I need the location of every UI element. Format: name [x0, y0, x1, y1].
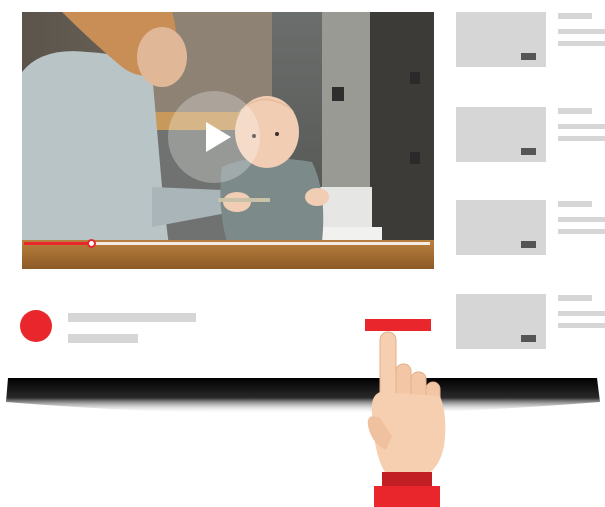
recommended-video-item[interactable] [456, 12, 605, 70]
duration-badge [521, 241, 536, 248]
recommended-title-placeholder [558, 295, 592, 301]
recommended-title-placeholder [558, 108, 592, 114]
recommended-video-thumbnail[interactable] [456, 107, 546, 162]
recommended-meta-placeholder [558, 41, 605, 46]
play-icon [206, 122, 231, 152]
duration-badge [521, 53, 536, 60]
video-player[interactable] [22, 12, 434, 269]
duration-badge [521, 335, 536, 342]
recommended-video-thumbnail[interactable] [456, 200, 546, 255]
recommended-meta-placeholder [558, 311, 605, 316]
video-title-placeholder [68, 313, 196, 322]
recommended-meta-placeholder [558, 323, 605, 328]
recommended-video-item[interactable] [456, 294, 605, 352]
recommended-video-thumbnail[interactable] [456, 12, 546, 67]
channel-avatar[interactable] [20, 310, 52, 342]
progress-bar-played [24, 242, 91, 245]
screen-edge-shadow [6, 378, 600, 414]
recommended-video-item[interactable] [456, 107, 605, 165]
recommended-video-thumbnail[interactable] [456, 294, 546, 349]
recommended-video-item[interactable] [456, 200, 605, 258]
progress-bar[interactable] [24, 239, 430, 248]
recommended-title-placeholder [558, 13, 592, 19]
recommended-meta-placeholder [558, 229, 605, 234]
recommended-title-placeholder [558, 201, 592, 207]
recommended-meta-placeholder [558, 29, 605, 34]
pointing-hand-icon [367, 331, 446, 507]
video-page [0, 0, 605, 507]
duration-badge [521, 148, 536, 155]
recommended-meta-placeholder [558, 136, 605, 141]
play-button[interactable] [168, 91, 260, 183]
channel-name-placeholder [68, 334, 138, 343]
recommended-meta-placeholder [558, 124, 605, 129]
progress-scrubber-handle[interactable] [86, 239, 96, 248]
recommended-meta-placeholder [558, 217, 605, 222]
